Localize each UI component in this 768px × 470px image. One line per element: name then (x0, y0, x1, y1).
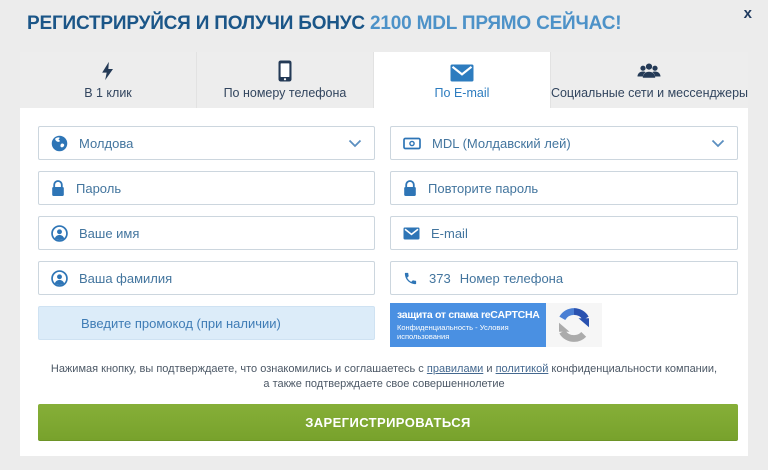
tab-label: Социальные сети и мессенджеры (551, 86, 748, 100)
last-name-placeholder: Ваша фамилия (79, 271, 172, 286)
envelope-icon (450, 60, 474, 82)
page-title: РЕГИСТРИРУЙСЯ И ПОЛУЧИ БОНУС 2100 MDL ПР… (27, 13, 621, 35)
password-placeholder: Пароль (76, 181, 121, 196)
tab-label: По E-mail (435, 86, 490, 100)
phone-field[interactable]: 373 Номер телефона (390, 261, 738, 295)
lock-icon (403, 180, 417, 197)
phone-icon (403, 271, 418, 286)
promo-code-field[interactable]: Введите промокод (при наличии) (38, 306, 375, 340)
currency-value: MDL (Молдавский лей) (432, 136, 571, 151)
banknote-icon (403, 136, 421, 151)
close-icon[interactable]: x (744, 5, 752, 23)
globe-icon (51, 135, 68, 152)
phone-prefix: 373 (429, 271, 451, 286)
rules-link[interactable]: правилами (427, 363, 483, 375)
lightning-icon (98, 60, 118, 82)
recaptcha-privacy-link[interactable]: Конфиденциальность (397, 323, 473, 332)
smartphone-icon (278, 60, 292, 82)
country-value: Молдова (79, 136, 133, 151)
password-repeat-placeholder: Повторите пароль (428, 181, 538, 196)
register-button[interactable]: ЗАРЕГИСТРИРОВАТЬСЯ (38, 404, 738, 441)
recaptcha-logo (546, 303, 602, 347)
user-icon (51, 270, 68, 287)
page-title-main: РЕГИСТРИРУЙСЯ И ПОЛУЧИ БОНУС (27, 13, 370, 34)
recaptcha-badge: защита от спама reCAPTCHA Конфиденциальн… (390, 303, 602, 347)
last-name-field[interactable]: Ваша фамилия (38, 261, 375, 295)
country-select[interactable]: Молдова (38, 126, 375, 160)
email-placeholder: E-mail (431, 226, 468, 241)
recaptcha-title: защита от спама reCAPTCHA (397, 309, 539, 321)
recaptcha-text-panel: защита от спама reCAPTCHA Конфиденциальн… (390, 303, 546, 347)
legal-text: Нажимая кнопку, вы подтверждаете, что оз… (50, 362, 718, 392)
phone-placeholder: Номер телефона (460, 271, 563, 286)
legal-text-mid: и (483, 363, 495, 375)
tab-label: По номеру телефона (224, 86, 347, 100)
user-icon (51, 225, 68, 242)
envelope-icon (403, 227, 420, 240)
chevron-down-icon (348, 139, 362, 148)
tab-label: В 1 клик (84, 86, 132, 100)
registration-tabs: В 1 клик По номеру телефона По E-mail Со… (20, 52, 748, 108)
lock-icon (51, 180, 65, 197)
recaptcha-link-separator: - (473, 323, 480, 332)
legal-text-before: Нажимая кнопку, вы подтверждаете, что оз… (51, 363, 427, 375)
tab-one-click[interactable]: В 1 клик (20, 52, 197, 108)
policy-link[interactable]: политикой (496, 363, 549, 375)
tab-email[interactable]: По E-mail (374, 52, 551, 108)
password-repeat-field[interactable]: Повторите пароль (390, 171, 738, 205)
first-name-placeholder: Ваше имя (79, 226, 139, 241)
currency-select[interactable]: MDL (Молдавский лей) (390, 126, 738, 160)
password-field[interactable]: Пароль (38, 171, 375, 205)
first-name-field[interactable]: Ваше имя (38, 216, 375, 250)
promo-placeholder: Введите промокод (при наличии) (81, 316, 281, 331)
recaptcha-links: Конфиденциальность - Условия использован… (397, 323, 539, 341)
tab-phone-number[interactable]: По номеру телефона (197, 52, 374, 108)
page-title-accent: 2100 MDL ПРЯМО СЕЙЧАС! (370, 13, 621, 34)
email-field[interactable]: E-mail (390, 216, 738, 250)
tab-social-networks[interactable]: Социальные сети и мессенджеры (551, 52, 748, 108)
chevron-down-icon (711, 139, 725, 148)
registration-modal: В 1 клик По номеру телефона По E-mail Со… (20, 52, 748, 456)
people-group-icon (636, 60, 662, 82)
